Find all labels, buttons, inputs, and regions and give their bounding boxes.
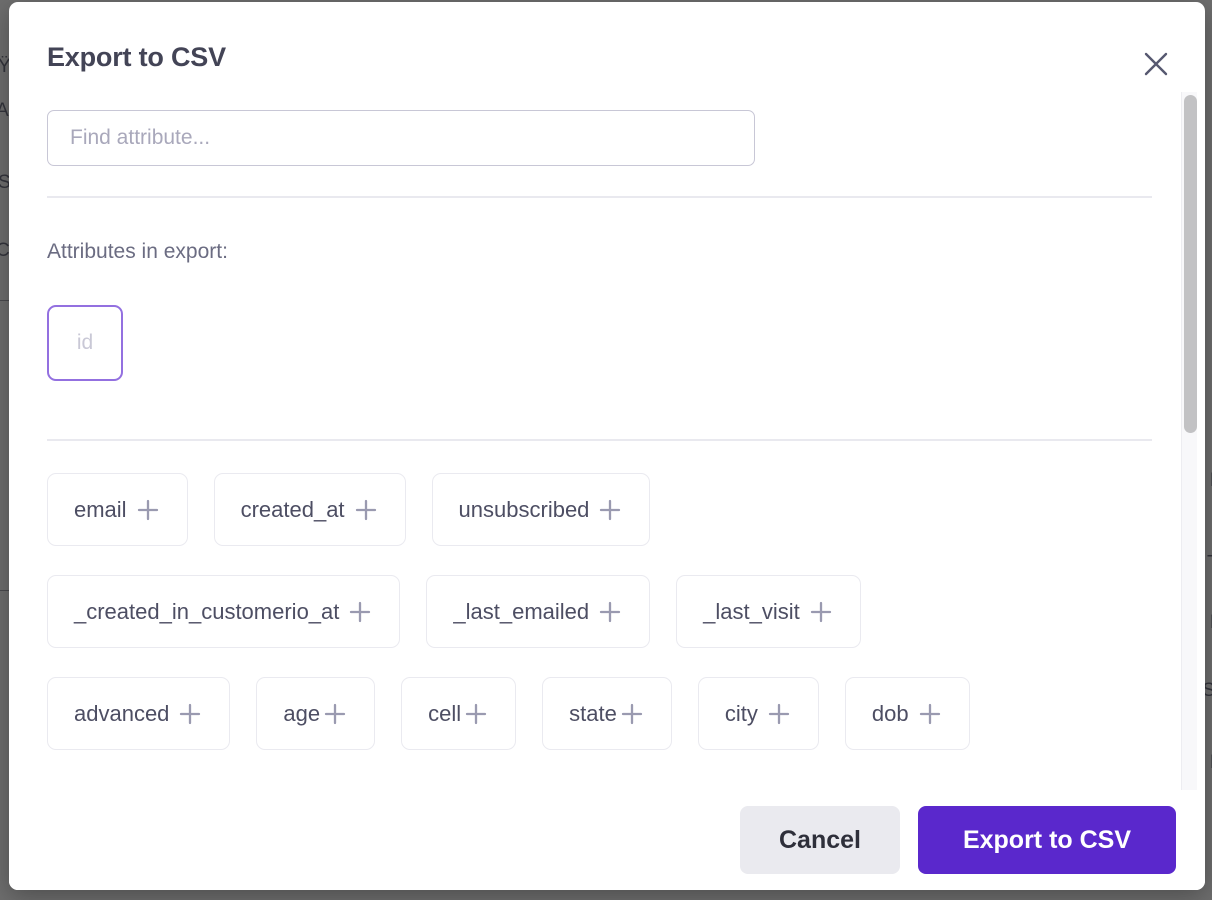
plus-icon[interactable] — [766, 701, 792, 727]
attribute-chip[interactable]: state — [542, 677, 672, 750]
plus-icon-glyph — [768, 703, 790, 724]
plus-icon-glyph — [324, 703, 346, 724]
cancel-button[interactable]: Cancel — [740, 806, 900, 874]
attribute-chip[interactable]: created_at — [213, 473, 406, 546]
export-to-csv-dialog: Export to CSV Attributes in export: id e… — [9, 2, 1205, 890]
background-text-fragment: A — [0, 100, 9, 121]
attribute-chip-label: cell — [428, 700, 462, 726]
plus-icon-glyph — [599, 601, 621, 622]
attribute-chip-label: age — [283, 700, 321, 726]
attribute-chip[interactable]: email — [47, 473, 188, 546]
dialog-title: Export to CSV — [47, 42, 226, 72]
attribute-chip[interactable]: _last_visit — [676, 575, 861, 648]
attribute-chip-row: _created_in_customerio_at _last_emailed _l… — [47, 575, 1157, 648]
plus-icon[interactable] — [347, 599, 373, 625]
background-divider — [0, 590, 9, 591]
plus-icon[interactable] — [353, 497, 379, 523]
dialog-scroll-area[interactable]: Attributes in export: id email created_at… — [9, 90, 1205, 790]
attribute-chip-label: advanced — [74, 700, 170, 726]
plus-icon[interactable] — [597, 497, 623, 523]
dialog-footer: Cancel Export to CSV — [9, 790, 1205, 890]
attribute-chip[interactable]: advanced — [47, 677, 231, 750]
plus-icon[interactable] — [463, 701, 489, 727]
attribute-chip[interactable]: cell — [401, 677, 517, 750]
plus-icon[interactable] — [917, 701, 943, 727]
attribute-chip-row: email created_at unsubscribed — [47, 473, 1157, 546]
selected-attribute-chip[interactable]: id — [47, 305, 123, 381]
plus-icon-glyph — [180, 703, 201, 724]
section-label: Attributes in export: — [47, 240, 228, 263]
attribute-chip-label: email — [74, 496, 127, 522]
export-to-csv-button[interactable]: Export to CSV — [918, 806, 1176, 874]
attribute-chip-label: city — [724, 700, 758, 726]
attribute-chip-label: dob — [871, 700, 909, 726]
attribute-chip[interactable]: _created_in_customerio_at — [47, 575, 401, 648]
attribute-chip[interactable]: _last_emailed — [426, 575, 651, 648]
plus-icon[interactable] — [597, 599, 623, 625]
plus-icon[interactable] — [619, 701, 645, 727]
plus-icon-glyph — [355, 499, 376, 520]
attribute-chip-label: _created_in_customerio_at — [74, 598, 340, 624]
search-input[interactable] — [47, 110, 755, 166]
attribute-chip[interactable]: dob — [844, 677, 970, 750]
plus-icon[interactable] — [808, 599, 834, 625]
plus-icon-glyph — [466, 703, 487, 724]
plus-icon[interactable] — [177, 701, 203, 727]
plus-icon[interactable] — [322, 701, 348, 727]
plus-icon-glyph — [621, 703, 643, 724]
plus-icon-glyph — [919, 703, 940, 724]
background-divider — [0, 300, 9, 301]
attribute-chip[interactable]: age — [256, 677, 376, 750]
plus-icon[interactable] — [135, 497, 161, 523]
attribute-chip-label: unsubscribed — [458, 496, 590, 522]
plus-icon-glyph — [350, 601, 371, 622]
vertical-scrollbar[interactable] — [1181, 92, 1197, 792]
selected-attribute-label: id — [76, 331, 94, 354]
vertical-scrollbar-thumb[interactable] — [1184, 95, 1197, 433]
plus-icon-glyph — [600, 499, 621, 520]
divider-top — [47, 196, 1152, 198]
plus-icon-glyph — [137, 499, 158, 520]
plus-icon-glyph — [810, 601, 831, 622]
available-attributes-list: email created_at unsubscribed _created_in_c… — [47, 473, 1157, 779]
attribute-chip[interactable]: unsubscribed — [431, 473, 651, 546]
attribute-chip-label: _last_visit — [703, 598, 800, 624]
divider-middle — [47, 439, 1152, 441]
attribute-chip-label: _last_emailed — [453, 598, 590, 624]
close-icon[interactable] — [1136, 44, 1176, 84]
selected-attributes-list: id — [47, 305, 123, 381]
attribute-chip[interactable]: city — [697, 677, 819, 750]
background-text-fragment: - — [1207, 545, 1212, 567]
close-icon-glyph — [1144, 52, 1168, 76]
attribute-chip-label: state — [569, 700, 617, 726]
attribute-chip-label: created_at — [240, 496, 345, 522]
attribute-chip-row: advanced age cell state city dob — [47, 677, 1157, 750]
